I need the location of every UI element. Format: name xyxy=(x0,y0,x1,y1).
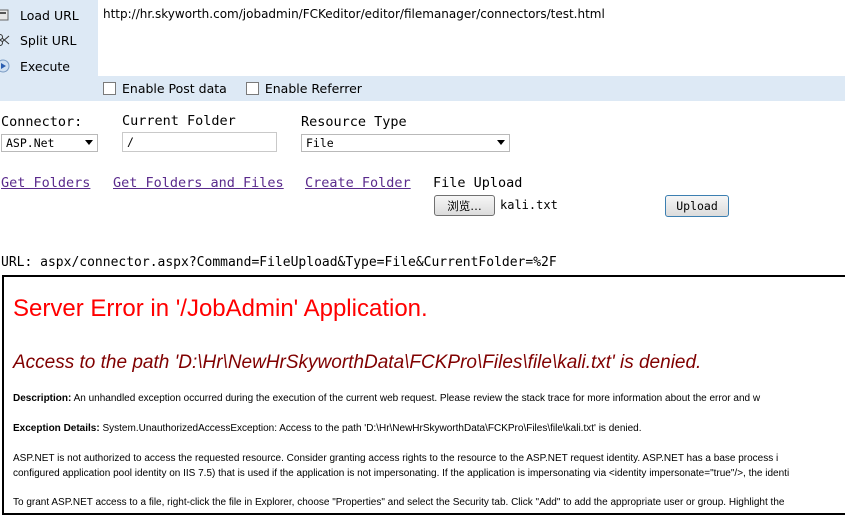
error-para1-line2: configured application pool identity on … xyxy=(13,468,790,479)
url-text: http://hr.skyworth.com/jobadmin/FCKedito… xyxy=(103,7,605,21)
exception-label: Exception Details: xyxy=(13,423,100,434)
error-para1-line1: ASP.NET is not authorized to access the … xyxy=(13,453,779,464)
execute-label: Execute xyxy=(20,58,70,74)
create-folder-link[interactable]: Create Folder xyxy=(305,175,411,191)
split-url-icon xyxy=(0,33,10,47)
error-exception-details: Exception Details: System.UnauthorizedAc… xyxy=(13,423,642,434)
upload-button[interactable]: Upload xyxy=(665,195,729,217)
load-url-label: Load URL xyxy=(20,7,79,23)
error-description: Description: An unhandled exception occu… xyxy=(13,393,760,404)
url-textarea[interactable]: http://hr.skyworth.com/jobadmin/FCKedito… xyxy=(98,0,845,76)
connector-label: Connector: xyxy=(1,114,83,130)
chosen-file-name: kali.txt xyxy=(500,198,558,212)
chevron-down-icon xyxy=(85,140,93,145)
enable-referrer-label: Enable Referrer xyxy=(264,81,362,96)
hackbar-actions: Load URL Split URL Execute xyxy=(0,0,98,76)
enable-referrer-checkbox[interactable] xyxy=(245,82,259,95)
description-text: An unhandled exception occurred during t… xyxy=(71,393,761,404)
enable-post-label: Enable Post data xyxy=(122,81,227,96)
error-subtitle: Access to the path 'D:\Hr\NewHrSkyworthD… xyxy=(13,352,702,373)
execute-button[interactable]: Execute xyxy=(0,54,98,78)
current-folder-value: / xyxy=(127,135,134,149)
get-folders-files-link[interactable]: Get Folders and Files xyxy=(113,175,284,191)
error-para2-line1: To grant ASP.NET access to a file, right… xyxy=(13,497,785,508)
current-folder-input[interactable]: / xyxy=(122,132,277,152)
error-title: Server Error in '/JobAdmin' Application. xyxy=(13,295,428,322)
connector-select[interactable]: ASP.Net xyxy=(1,134,98,152)
split-url-button[interactable]: Split URL xyxy=(0,28,98,52)
browse-button[interactable]: 浏览… xyxy=(434,195,495,216)
file-upload-label: File Upload xyxy=(433,175,523,191)
request-url-line: URL: aspx/connector.aspx?Command=FileUpl… xyxy=(1,255,557,270)
split-url-label: Split URL xyxy=(20,32,77,48)
hackbar-panel: Load URL Split URL Execute http://hr.sky… xyxy=(0,0,845,101)
resource-type-select[interactable]: File xyxy=(301,134,510,152)
resource-type-label: Resource Type xyxy=(301,114,407,130)
get-folders-link[interactable]: Get Folders xyxy=(1,175,90,191)
enable-referrer-option[interactable]: Enable Referrer xyxy=(241,81,362,96)
enable-post-option[interactable]: Enable Post data xyxy=(98,81,227,96)
hackbar-options: Enable Post data Enable Referrer xyxy=(98,76,845,101)
server-error-frame: Server Error in '/JobAdmin' Application.… xyxy=(2,275,845,515)
connector-value: ASP.Net xyxy=(6,136,55,150)
description-label: Description: xyxy=(13,393,72,404)
execute-icon xyxy=(0,59,10,73)
resource-type-value: File xyxy=(306,136,334,150)
load-url-button[interactable]: Load URL xyxy=(0,3,98,27)
enable-post-checkbox[interactable] xyxy=(103,82,116,95)
exception-text: System.UnauthorizedAccessException: Acce… xyxy=(99,423,642,434)
load-url-icon xyxy=(0,8,10,22)
current-folder-label: Current Folder xyxy=(122,113,236,129)
chevron-down-icon xyxy=(497,140,505,145)
